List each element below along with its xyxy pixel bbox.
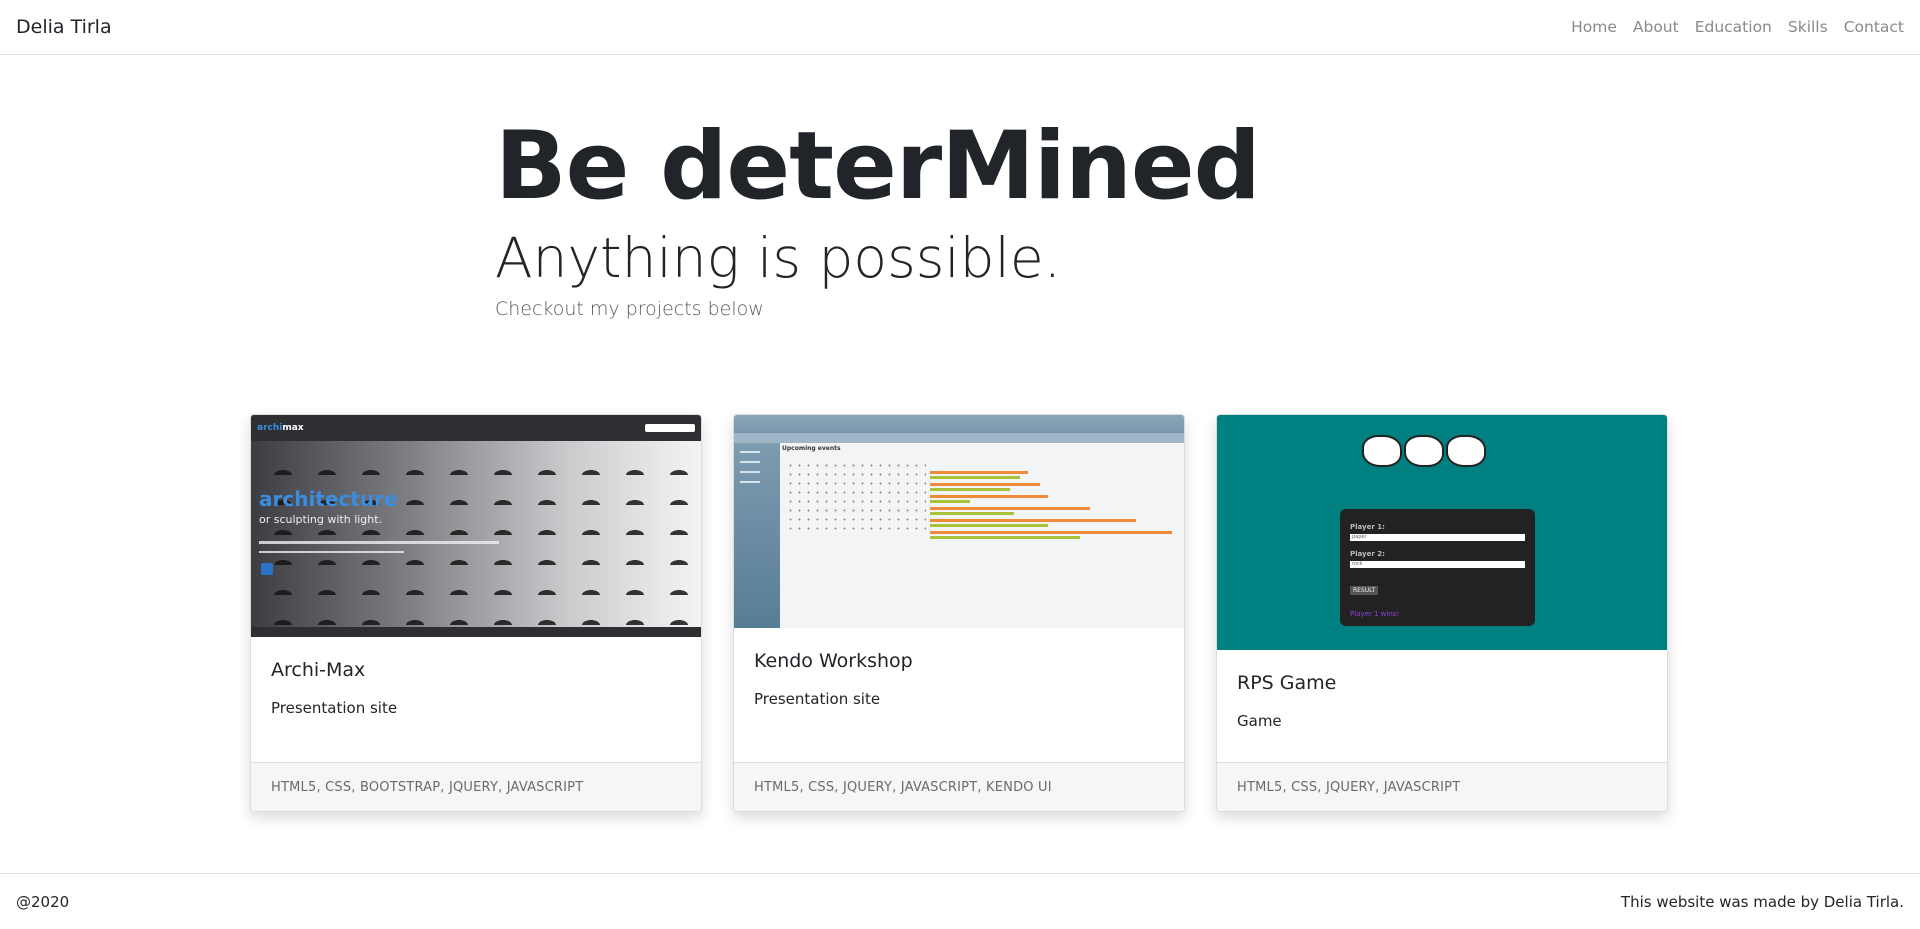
archi-thumb-header: archimax — [251, 415, 701, 441]
card-text: Presentation site — [754, 690, 881, 708]
hero-lead: Checkout my projects below — [495, 298, 764, 320]
nav-home[interactable]: Home — [1571, 18, 1617, 36]
project-card-kendo-workshop[interactable]: Upcoming events Kendo Workshop Presentat… — [733, 414, 1185, 812]
nav-skills[interactable]: Skills — [1788, 18, 1828, 36]
archi-thumb-logo: archimax — [257, 423, 304, 433]
archi-thumb-heading: architecture — [259, 487, 398, 511]
card-title: Archi-Max — [271, 659, 366, 681]
nav-education[interactable]: Education — [1695, 18, 1772, 36]
card-footer-tech: HTML5, CSS, BOOTSTRAP, JQUERY, JAVASCRIP… — [251, 762, 701, 811]
footer-copyright: @2020 — [16, 892, 70, 911]
linkedin-icon — [261, 563, 273, 575]
brand-link[interactable]: Delia Tirla — [16, 16, 112, 38]
archi-max-thumbnail[interactable]: archimax architecture or sculpting with … — [251, 415, 701, 637]
nav-links: Home About Education Skills Contact — [1555, 18, 1904, 36]
rps-thumb-panel: Player 1: paper Player 2: rock RESULT Pl… — [1340, 509, 1535, 626]
kendo-thumb-header — [734, 415, 1184, 443]
rps-hands-icon — [1362, 435, 1486, 467]
archi-thumb-text-line — [259, 551, 404, 553]
hero-subtitle: Anything is possible. — [495, 226, 1062, 290]
navbar: Delia Tirla Home About Education Skills … — [0, 0, 1920, 55]
card-body: Kendo Workshop Presentation site — [734, 628, 1184, 762]
card-text: Game — [1237, 712, 1282, 730]
project-cards: archimax architecture or sculpting with … — [250, 414, 1668, 812]
kendo-workshop-thumbnail[interactable]: Upcoming events — [734, 415, 1184, 628]
project-card-rps-game[interactable]: Player 1: paper Player 2: rock RESULT Pl… — [1216, 414, 1668, 812]
archi-thumb-text-line — [259, 541, 499, 544]
rps-game-thumbnail[interactable]: Player 1: paper Player 2: rock RESULT Pl… — [1217, 415, 1667, 650]
card-body: RPS Game Game — [1217, 650, 1667, 762]
card-body: Archi-Max Presentation site — [251, 637, 701, 762]
archi-thumb-search — [645, 424, 695, 432]
card-title: Kendo Workshop — [754, 650, 913, 672]
hero: Be deterMined Anything is possible. Chec… — [495, 112, 1261, 320]
hero-title: Be deterMined — [495, 112, 1261, 221]
archi-thumb-footer — [251, 627, 701, 637]
card-title: RPS Game — [1237, 672, 1337, 694]
nav-contact[interactable]: Contact — [1844, 18, 1904, 36]
footer-credit: This website was made by Delia Tirla. — [1620, 892, 1904, 911]
archi-thumb-sub: or sculpting with light. — [259, 513, 383, 526]
archi-thumb-pattern — [251, 445, 701, 627]
nav-about[interactable]: About — [1633, 18, 1679, 36]
page-footer: @2020 This website was made by Delia Tir… — [0, 873, 1920, 929]
kendo-thumb-heading: Upcoming events — [782, 445, 841, 452]
kendo-thumb-calendar — [786, 461, 926, 531]
card-text: Presentation site — [271, 699, 398, 717]
card-footer-tech: HTML5, CSS, JQUERY, JAVASCRIPT, KENDO UI — [734, 762, 1184, 811]
project-card-archi-max[interactable]: archimax architecture or sculpting with … — [250, 414, 702, 812]
kendo-thumb-chart — [930, 465, 1176, 583]
card-footer-tech: HTML5, CSS, JQUERY, JAVASCRIPT — [1217, 762, 1667, 811]
kendo-thumb-sidebar — [734, 443, 780, 628]
